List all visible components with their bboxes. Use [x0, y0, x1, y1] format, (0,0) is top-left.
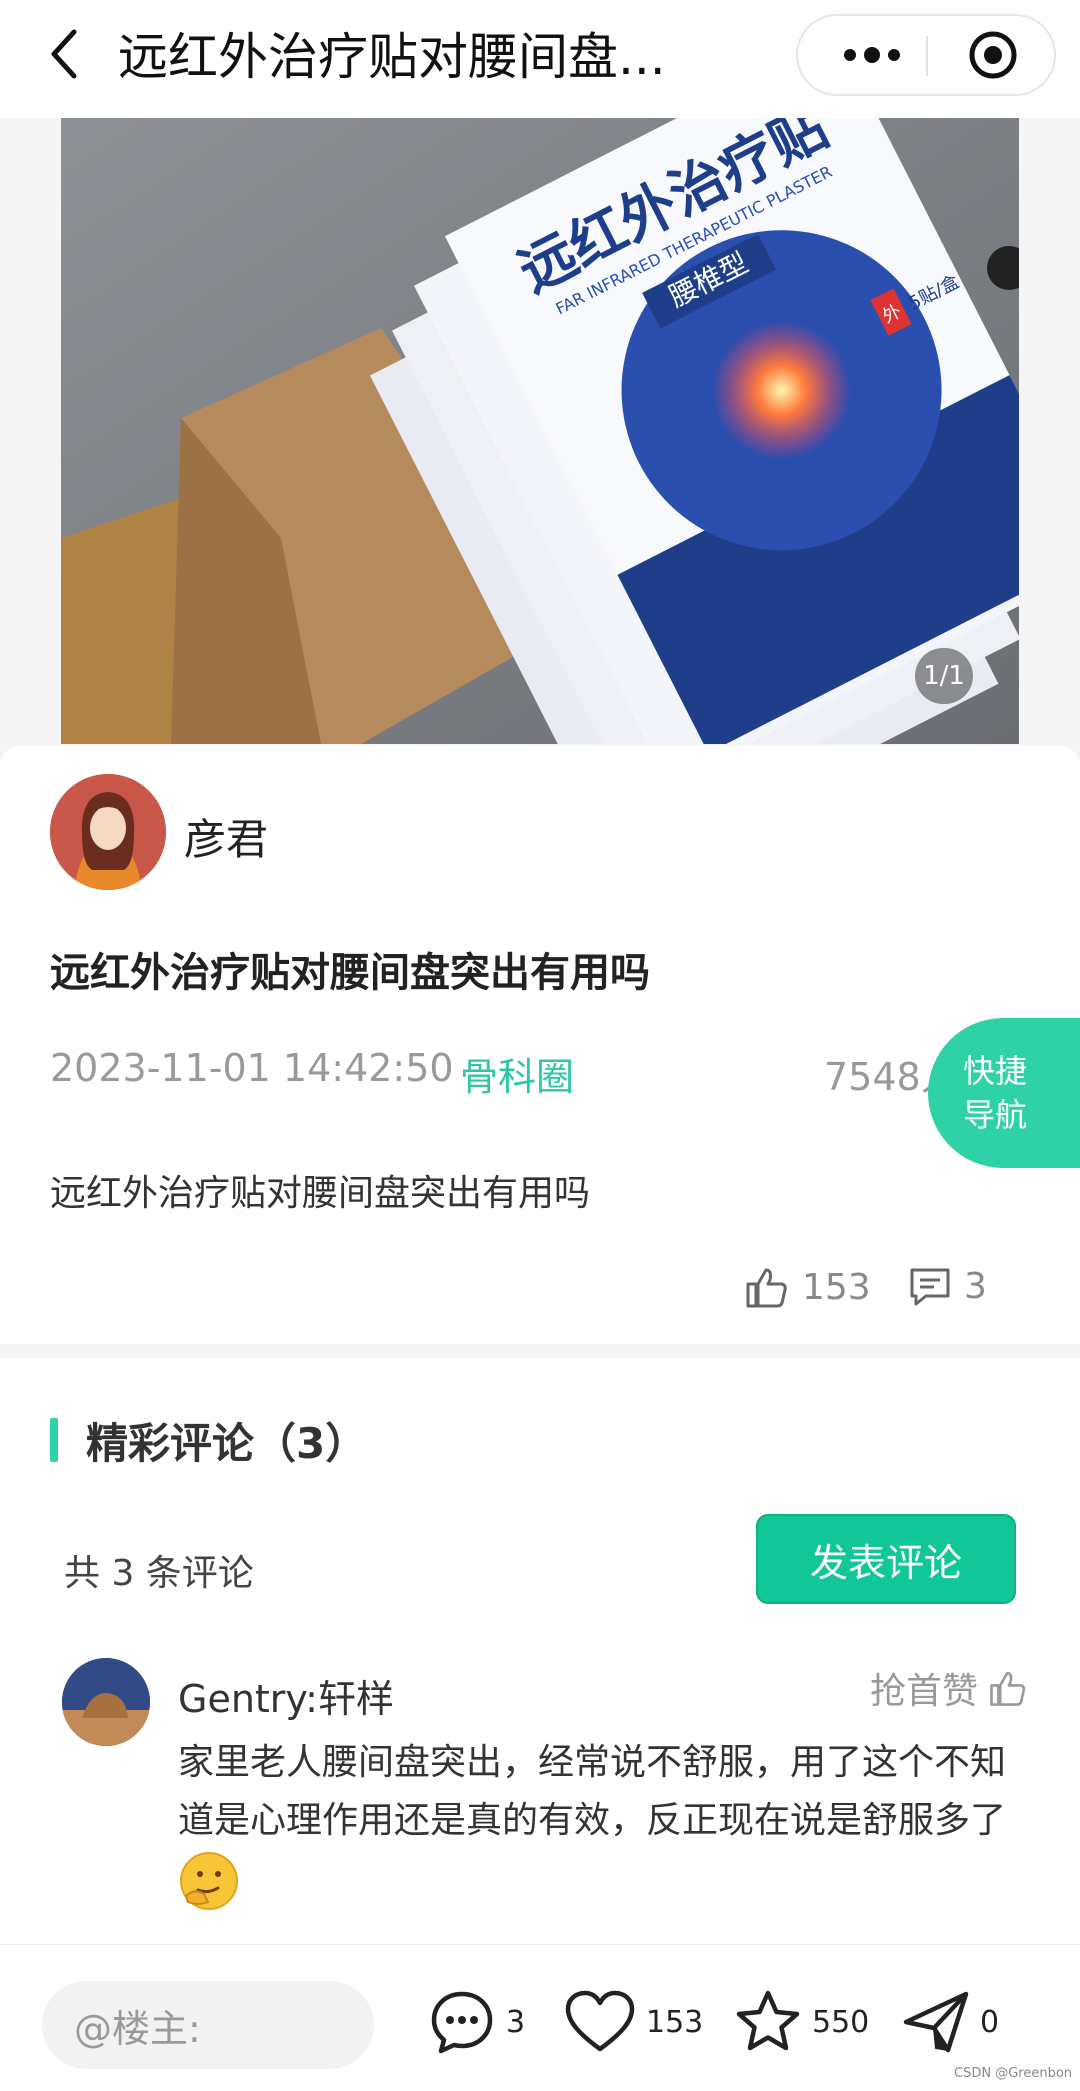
bottom-action-bar: @楼主: 3 153 550 0 [0, 1944, 1080, 2091]
chat-bubble-icon [431, 1991, 493, 2054]
post-date: 2023-11-01 14:42:50 [50, 1046, 454, 1090]
top-nav-bar: 远红外治疗贴对腰间盘... [0, 0, 1080, 118]
post-comment-button-primary[interactable]: 发表评论 [756, 1514, 1016, 1604]
circle-link[interactable]: 骨科圈 [460, 1046, 574, 1101]
mini-program-capsule [796, 14, 1056, 96]
bottom-share-button[interactable]: 0 [902, 1977, 999, 2067]
page-title: 远红外治疗贴对腰间盘... [118, 28, 666, 86]
close-button[interactable] [936, 16, 1050, 94]
author-avatar[interactable] [50, 774, 166, 890]
star-icon [736, 1990, 800, 2051]
more-button[interactable] [820, 16, 924, 94]
bottom-like-button[interactable]: 153 [564, 1977, 703, 2067]
comment-total: 共 3 条评论 [64, 1553, 254, 1594]
back-button[interactable] [36, 26, 92, 82]
post-card: 彦君 远红外治疗贴对腰间盘突出有用吗 2023-11-01 14:42:50 骨… [0, 746, 1080, 1344]
comment-like-text: 抢首赞 [870, 1671, 979, 1712]
send-icon [903, 1991, 969, 2053]
bottom-favorite-count: 550 [812, 2004, 870, 2040]
author-name[interactable]: 彦君 [184, 806, 268, 867]
post-body: 远红外治疗贴对腰间盘突出有用吗 [50, 1173, 591, 1214]
quick-nav-button[interactable]: 快捷 导航 [928, 1018, 1080, 1168]
bottom-like-count: 153 [646, 2004, 704, 2040]
comment-body: 家里老人腰间盘突出，经常说不舒服，用了这个不知道是心理作用还是真的有效，反正现在… [178, 1742, 1007, 1841]
quick-nav-line2: 导航 [962, 1096, 1027, 1134]
reply-input[interactable]: @楼主: [42, 1981, 374, 2069]
comment-like-button[interactable]: 抢首赞 [870, 1662, 1028, 1714]
heart-icon [565, 1990, 635, 2052]
comment-text: 家里老人腰间盘突出，经常说不舒服，用了这个不知道是心理作用还是真的有效，反正现在… [178, 1734, 1018, 1926]
thumbs-up-icon [746, 1268, 787, 1308]
bottom-favorite-button[interactable]: 550 [734, 1977, 869, 2067]
commenter-name[interactable]: Gentry:轩样 [178, 1668, 394, 1723]
product-photo[interactable]: 腰椎型 远红外治疗贴 FAR INFRARED THERAPEUTIC PLAS… [61, 118, 1019, 744]
comments-section: 精彩评论（3） 共 3 条评论 发表评论 Gentry:轩样 抢首赞 家里老人腰… [0, 1358, 1080, 1944]
post-like-count: 153 [802, 1266, 871, 1308]
chevron-left-icon [51, 29, 77, 79]
comments-title: 精彩评论（3） [86, 1419, 368, 1468]
bottom-comment-button[interactable]: 3 [428, 1977, 525, 2067]
post-title: 远红外治疗贴对腰间盘突出有用吗 [50, 950, 650, 996]
post-meta: 2023-11-01 14:42:50 骨科圈 7548人 [50, 1046, 959, 1102]
thinking-emoji-icon [180, 1852, 238, 1910]
post-comment-count: 3 [964, 1265, 987, 1307]
post-like-button[interactable]: 153 [744, 1264, 871, 1310]
section-accent-bar [50, 1418, 58, 1462]
commenter-avatar[interactable] [62, 1658, 150, 1746]
bottom-share-count: 0 [980, 2004, 1000, 2040]
post-stats: 153 3 [740, 1264, 1060, 1320]
thumbs-up-icon [990, 1671, 1026, 1706]
capsule-divider [926, 36, 928, 76]
bottom-comment-count: 3 [506, 2004, 526, 2040]
more-dots-icon [844, 47, 900, 63]
comment-icon [910, 1268, 950, 1306]
post-comment-button[interactable]: 3 [908, 1264, 987, 1308]
target-circle-icon [969, 31, 1017, 79]
image-counter: 1/1 [915, 648, 973, 704]
watermark-text: CSDN @Greenbon [954, 2066, 1073, 2081]
quick-nav-line1: 快捷 [962, 1052, 1027, 1090]
hero-image-area[interactable]: 腰椎型 远红外治疗贴 FAR INFRARED THERAPEUTIC PLAS… [0, 118, 1080, 744]
